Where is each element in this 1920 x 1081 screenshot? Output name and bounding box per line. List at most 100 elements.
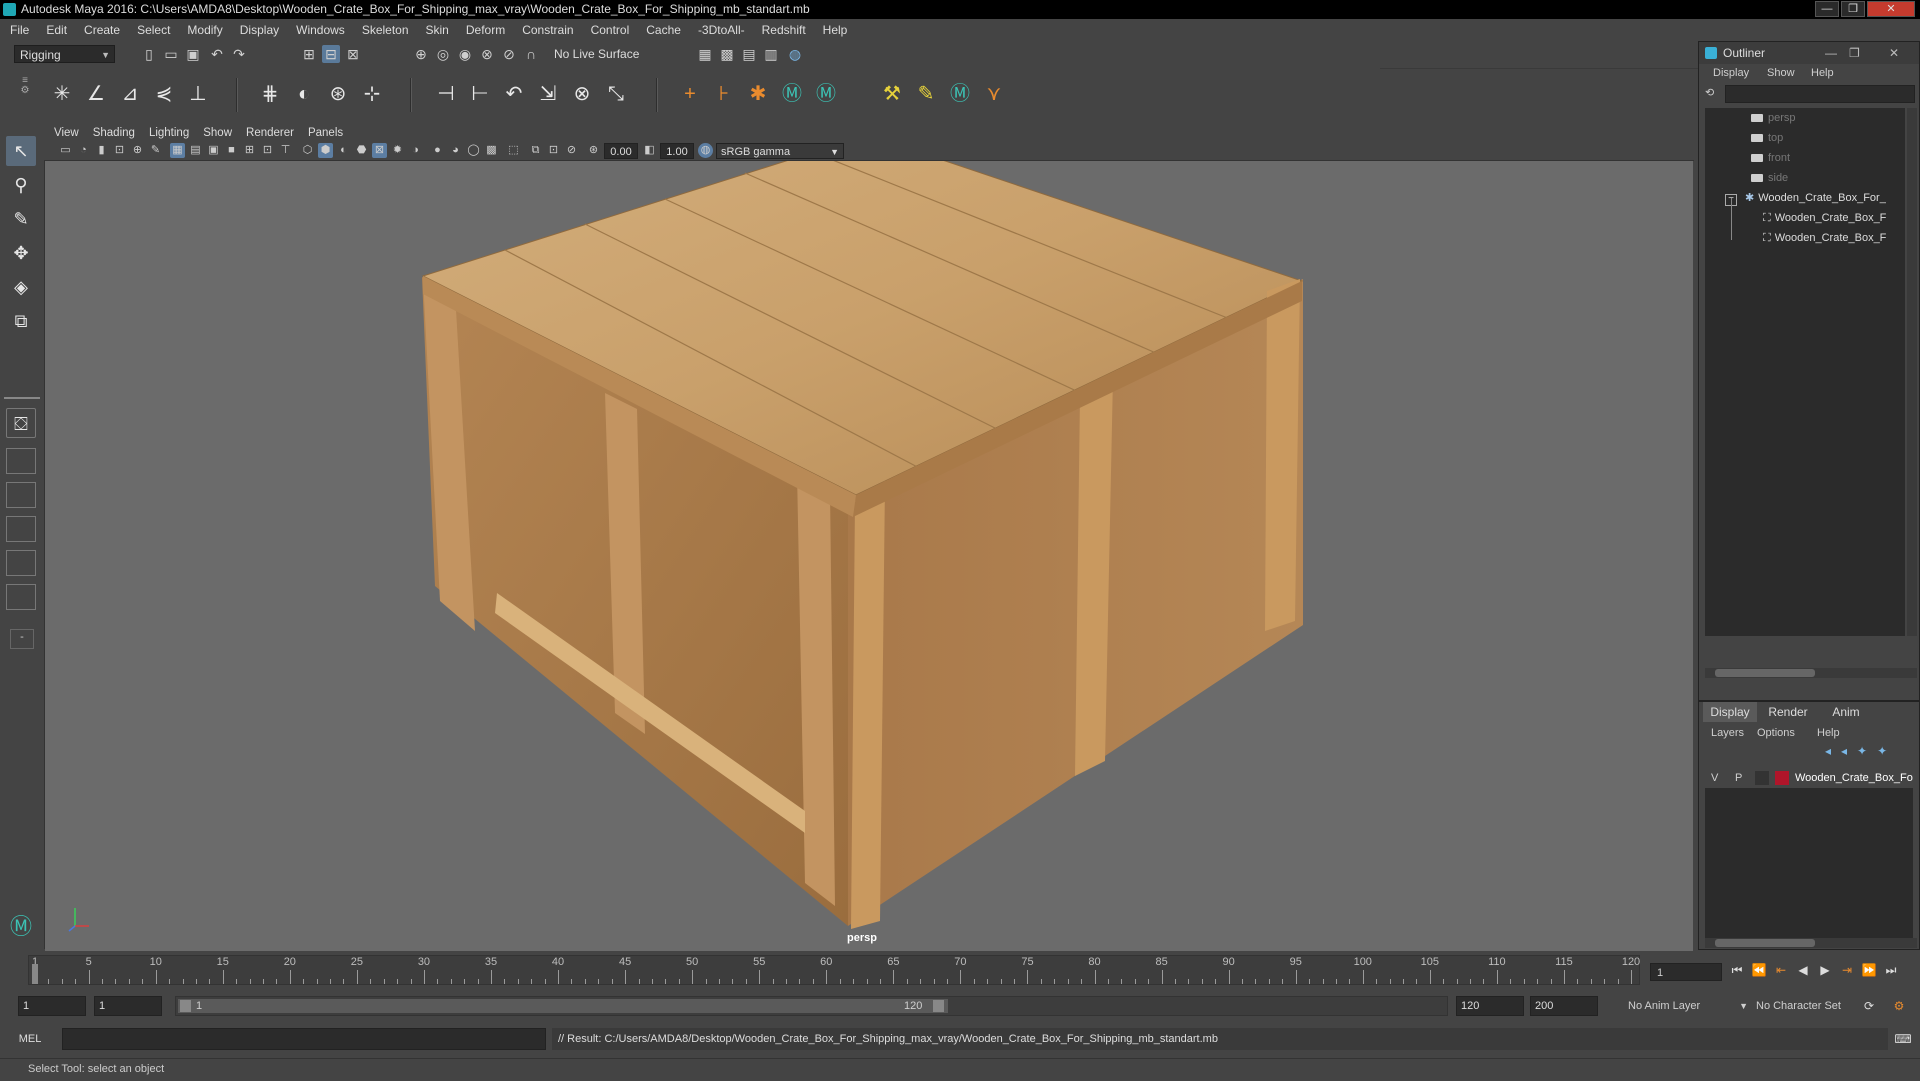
outliner-item-side[interactable]: side [1751, 168, 1788, 188]
step-back-key-button[interactable]: ⏪ [1750, 961, 1768, 979]
step-back-frame-button[interactable]: ⇤ [1772, 961, 1790, 979]
cluster-icon[interactable]: ⊹ [358, 80, 386, 108]
outliner-item-persp[interactable]: persp [1751, 108, 1796, 128]
graph-layout-icon[interactable] [6, 550, 36, 576]
menu-skeleton[interactable]: Skeleton [352, 19, 416, 41]
bookmark-icon[interactable]: ▮ [94, 143, 109, 158]
panel-menu-lighting[interactable]: Lighting [149, 124, 189, 142]
ik-spline-icon[interactable]: ⊿ [116, 80, 144, 108]
field-chart-icon[interactable]: ⊞ [242, 143, 257, 158]
outliner-item-crate-mesh-2[interactable]: ⛶ Wooden_Crate_Box_F [1763, 228, 1886, 248]
pole-vector-icon[interactable]: ⤡ [602, 80, 630, 108]
outliner-vertical-scrollbar[interactable] [1907, 108, 1917, 636]
four-view-layout-icon[interactable] [6, 448, 36, 474]
panel-menu-shading[interactable]: Shading [93, 124, 135, 142]
layer-color-swatch[interactable] [1775, 771, 1789, 785]
snap-point-icon[interactable]: ◉ [456, 45, 474, 63]
2d-pan-icon[interactable]: ⊕ [130, 143, 145, 158]
anti-alias-icon[interactable]: ◯ [466, 143, 481, 158]
hik-icon[interactable]: ✱ [744, 80, 772, 108]
tab-display[interactable]: Display [1703, 702, 1757, 722]
anim-layer-dropdown[interactable]: No Anim Layer ▼ [1620, 996, 1752, 1016]
orient-constraint-icon[interactable]: ↶ [500, 80, 528, 108]
select-component-icon[interactable]: ⊠ [344, 45, 362, 63]
auto-key-icon[interactable]: ⟳ [1860, 997, 1878, 1015]
play-backward-button[interactable]: ◀ [1794, 961, 1812, 979]
select-hierarchy-icon[interactable]: ⊞ [300, 45, 318, 63]
layer-type-toggle[interactable] [1755, 771, 1769, 785]
menu-edit[interactable]: Edit [36, 19, 74, 41]
character-set-dropdown[interactable]: No Character Set [1748, 996, 1872, 1016]
select-object-icon[interactable]: ⊟ [322, 45, 340, 63]
grid-toggle-icon[interactable]: ▦ [170, 143, 185, 158]
magnet-icon[interactable]: ∩ [522, 45, 540, 63]
joint-tool-icon[interactable]: ✳ [48, 80, 76, 108]
menu-display[interactable]: Display [230, 19, 286, 41]
snap-curve-icon[interactable]: ◎ [434, 45, 452, 63]
blend-shape-icon[interactable]: ⚒ [878, 80, 906, 108]
refresh-icon[interactable]: ⟲ [1705, 86, 1721, 102]
depth-of-field-icon[interactable]: ▩ [484, 143, 499, 158]
open-scene-icon[interactable]: ▭ [162, 45, 180, 63]
outliner-restore-button[interactable]: ❐ [1849, 42, 1860, 64]
gamma-field[interactable]: 1.00 [660, 143, 694, 159]
menu-file[interactable]: File [0, 19, 36, 41]
use-lights-icon[interactable]: ✹ [390, 143, 405, 158]
two-view-layout-icon[interactable] [6, 482, 36, 508]
shelf-options-icon[interactable]: ≡ ⚙ [20, 76, 30, 116]
outliner-layout-icon[interactable] [6, 516, 36, 542]
outliner-search-input[interactable] [1725, 85, 1915, 103]
tab-render[interactable]: Render [1761, 702, 1815, 722]
nonlinear-icon[interactable]: ⋎ [980, 80, 1008, 108]
insert-joint-icon[interactable]: ⋞ [150, 80, 178, 108]
hypershade-icon[interactable]: ◍ [786, 45, 804, 63]
layer-horizontal-scrollbar[interactable] [1705, 938, 1917, 948]
panel-menu-show[interactable]: Show [203, 124, 232, 142]
xray-icon[interactable]: ⧉ [528, 143, 543, 158]
scrollbar-thumb[interactable] [1715, 939, 1815, 947]
single-view-icon[interactable]: ⛋ [6, 408, 36, 438]
menu-3dtoall[interactable]: -3DtoAll- [688, 19, 752, 41]
new-scene-icon[interactable]: ▯ [140, 45, 158, 63]
wrap-deformer-icon[interactable]: ✎ [912, 80, 940, 108]
mirror-joint-icon[interactable]: ⊥ [184, 80, 212, 108]
paint-select-icon[interactable]: ✎ [6, 204, 36, 234]
outliner-menu-help[interactable]: Help [1811, 64, 1834, 82]
xray-components-icon[interactable]: ⊘ [564, 143, 579, 158]
menu-windows[interactable]: Windows [286, 19, 352, 41]
hypergraph-layout-icon[interactable] [6, 584, 36, 610]
rotate-tool-icon[interactable]: ◈ [6, 272, 36, 302]
outliner-horizontal-scrollbar[interactable] [1705, 668, 1917, 678]
layer-menu-help[interactable]: Help [1817, 724, 1840, 742]
script-editor-icon[interactable]: ⌨ [1894, 1030, 1912, 1048]
range-slider[interactable]: 1 120 [175, 996, 1448, 1016]
safe-action-icon[interactable]: ⊡ [260, 143, 275, 158]
move-tool-icon[interactable]: ✥ [6, 238, 36, 268]
joint-locator-icon[interactable]: ⊦ [710, 80, 738, 108]
layer-row[interactable]: V P Wooden_Crate_Box_Fo [1705, 768, 1913, 788]
animation-start-field[interactable]: 1 [18, 996, 86, 1016]
point-constraint-icon[interactable]: ⊢ [466, 80, 494, 108]
range-start-handle[interactable] [180, 1000, 191, 1012]
panel-menu-panels[interactable]: Panels [308, 124, 343, 142]
wireframe-on-shaded-icon[interactable]: ⬣ [354, 143, 369, 158]
perspective-viewport[interactable]: persp [45, 161, 1693, 951]
select-tool-icon[interactable]: ↖ [6, 136, 36, 166]
layer-actions-icons[interactable]: ◂◂✦✦ [1825, 744, 1897, 758]
menu-constrain[interactable]: Constrain [512, 19, 580, 41]
parent-constraint-icon[interactable]: ⊣ [432, 80, 460, 108]
xray-joints-icon[interactable]: ⊡ [546, 143, 561, 158]
command-input[interactable] [62, 1028, 546, 1050]
undo-icon[interactable]: ↶ [208, 45, 226, 63]
aim-constraint-icon[interactable]: ⊗ [568, 80, 596, 108]
playback-start-field[interactable]: 1 [94, 996, 162, 1016]
ik-handle-icon[interactable]: ∠ [82, 80, 110, 108]
locator-icon[interactable]: + [676, 80, 704, 108]
snap-view-icon[interactable]: ⊗ [478, 45, 496, 63]
layer-playback-toggle[interactable]: P [1735, 768, 1742, 788]
menu-help[interactable]: Help [813, 19, 855, 41]
menu-select[interactable]: Select [127, 19, 177, 41]
script-language-toggle[interactable]: MEL [0, 1028, 60, 1050]
safe-title-icon[interactable]: ⊤ [278, 143, 293, 158]
go-to-start-button[interactable]: ⏮ [1728, 961, 1746, 979]
